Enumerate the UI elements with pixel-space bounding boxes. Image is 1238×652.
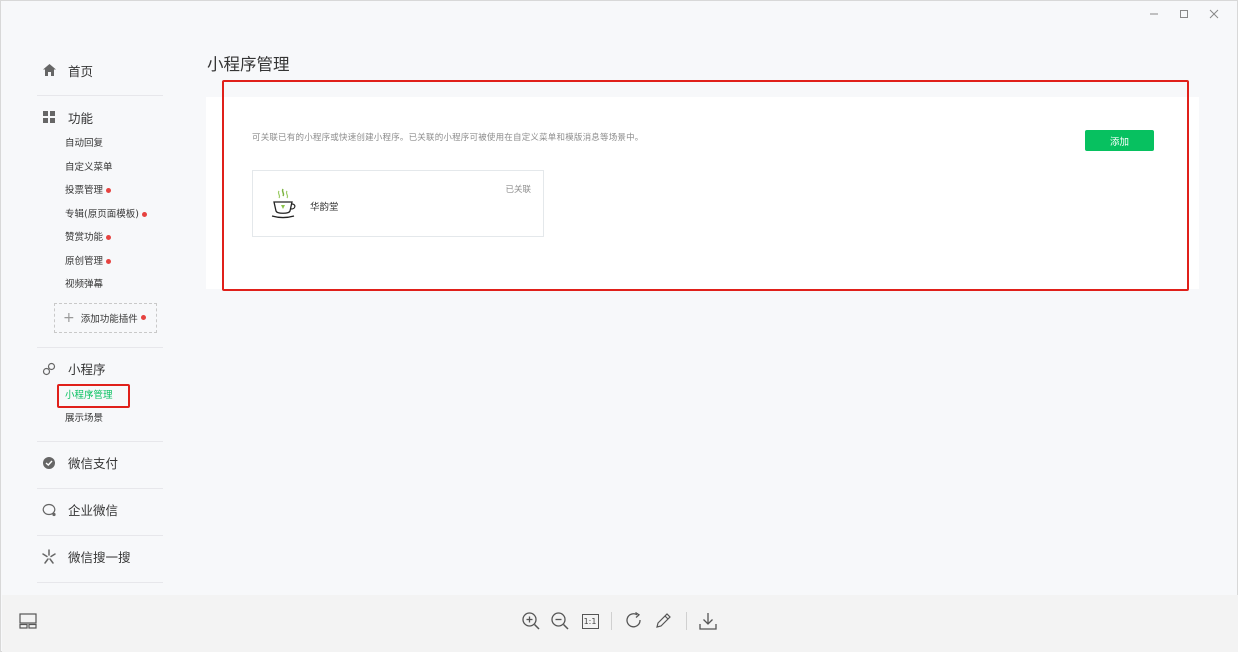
nav-section-search: 微信搜一搜 [37, 536, 163, 583]
maximize-icon[interactable] [1169, 5, 1199, 23]
viewer-toolbar: 1:1 [2, 595, 1238, 652]
nav-section-features: 功能 自动回复 自定义菜单 投票管理 专辑(原页面模板) 赞赏功能 原创管理 视… [37, 96, 163, 348]
sidebar-item-original[interactable]: 原创管理 [37, 250, 163, 274]
sidebar-item-work-wechat[interactable]: 企业微信 [37, 495, 163, 525]
sidebar-item-home[interactable]: 首页 [37, 55, 163, 85]
highlight-annotation [57, 383, 130, 408]
sidebar-item-label: 小程序 [68, 362, 106, 377]
add-plugin-button[interactable]: + 添加功能插件 [54, 302, 157, 333]
actual-size-label: 1:1 [581, 613, 599, 629]
chat-bubble-icon [41, 502, 57, 518]
nav-section-home: 首页 [37, 49, 163, 96]
sidebar-nav: 首页 功能 自动回复 自定义菜单 投票管理 专辑(原页面模板) 赞赏功能 原创管… [37, 49, 163, 629]
sidebar-item-label: 微信支付 [68, 456, 119, 471]
panel-description: 可关联已有的小程序或快速创建小程序。已关联的小程序可被使用在自定义菜单和模版消息… [252, 133, 644, 143]
sidebar-item-display-scenes[interactable]: 展示场景 [37, 407, 163, 431]
features-submenu: 自动回复 自定义菜单 投票管理 专辑(原页面模板) 赞赏功能 原创管理 视频弹幕 [37, 132, 163, 297]
rotate-icon[interactable] [623, 610, 645, 632]
sidebar-item-label: 企业微信 [68, 503, 119, 518]
sidebar-item-label: 首页 [68, 63, 94, 79]
home-icon [41, 62, 57, 78]
nav-section-work-wechat: 企业微信 [37, 489, 163, 536]
notification-dot [106, 188, 112, 194]
sidebar-item-miniprogram-manage[interactable]: 小程序管理 [37, 383, 163, 408]
notification-dot [106, 258, 112, 264]
sidebar-item-miniprogram[interactable]: 小程序 [37, 354, 163, 384]
miniprogram-card[interactable]: 华韵堂 已关联 [252, 170, 544, 237]
miniprogram-panel: 可关联已有的小程序或快速创建小程序。已关联的小程序可被使用在自定义菜单和模版消息… [206, 97, 1199, 289]
panel-toggle-icon[interactable] [17, 610, 39, 632]
search-star-icon [41, 548, 57, 565]
nav-section-miniprogram: 小程序 小程序管理 展示场景 [37, 348, 163, 442]
add-miniprogram-button[interactable]: 添加 [1085, 130, 1154, 151]
sidebar-item-wechat-pay[interactable]: 微信支付 [37, 448, 163, 478]
nav-section-pay: 微信支付 [37, 442, 163, 489]
toolbar-divider [686, 612, 687, 630]
zoom-in-icon[interactable] [520, 610, 542, 632]
actual-size-icon[interactable]: 1:1 [579, 610, 601, 632]
status-badge: 已关联 [505, 185, 531, 195]
link-icon [41, 361, 57, 377]
edit-icon[interactable] [652, 610, 674, 632]
sidebar-item-label: 功能 [68, 110, 94, 126]
sidebar-item-features[interactable]: 功能 [37, 102, 163, 132]
window-controls [1139, 5, 1229, 23]
grid-icon [41, 109, 57, 125]
zoom-out-icon[interactable] [549, 610, 571, 632]
minimize-icon[interactable] [1139, 5, 1169, 23]
pay-icon [41, 455, 57, 471]
notification-dot [141, 211, 147, 217]
sidebar-item-custom-menu[interactable]: 自定义菜单 [37, 156, 163, 180]
close-icon[interactable] [1199, 5, 1229, 23]
plus-icon: + [63, 309, 75, 326]
miniprogram-logo-icon [269, 187, 297, 221]
app-window: 首页 功能 自动回复 自定义菜单 投票管理 专辑(原页面模板) 赞赏功能 原创管… [0, 0, 1238, 652]
notification-dot [106, 235, 112, 241]
toolbar-divider [611, 612, 612, 630]
sidebar-item-video-danmaku[interactable]: 视频弹幕 [37, 273, 163, 297]
sidebar-item-label: 微信搜一搜 [68, 550, 131, 565]
sidebar-item-auto-reply[interactable]: 自动回复 [37, 132, 163, 156]
page-title: 小程序管理 [207, 55, 290, 74]
miniprogram-submenu: 小程序管理 展示场景 [37, 383, 163, 431]
miniprogram-name: 华韵堂 [310, 202, 339, 213]
sidebar-item-album[interactable]: 专辑(原页面模板) [37, 203, 163, 227]
download-icon[interactable] [697, 610, 719, 632]
sidebar-item-reward[interactable]: 赞赏功能 [37, 226, 163, 250]
notification-dot [140, 315, 146, 320]
sidebar-item-vote-manage[interactable]: 投票管理 [37, 179, 163, 203]
sidebar-item-wechat-search[interactable]: 微信搜一搜 [37, 542, 163, 572]
